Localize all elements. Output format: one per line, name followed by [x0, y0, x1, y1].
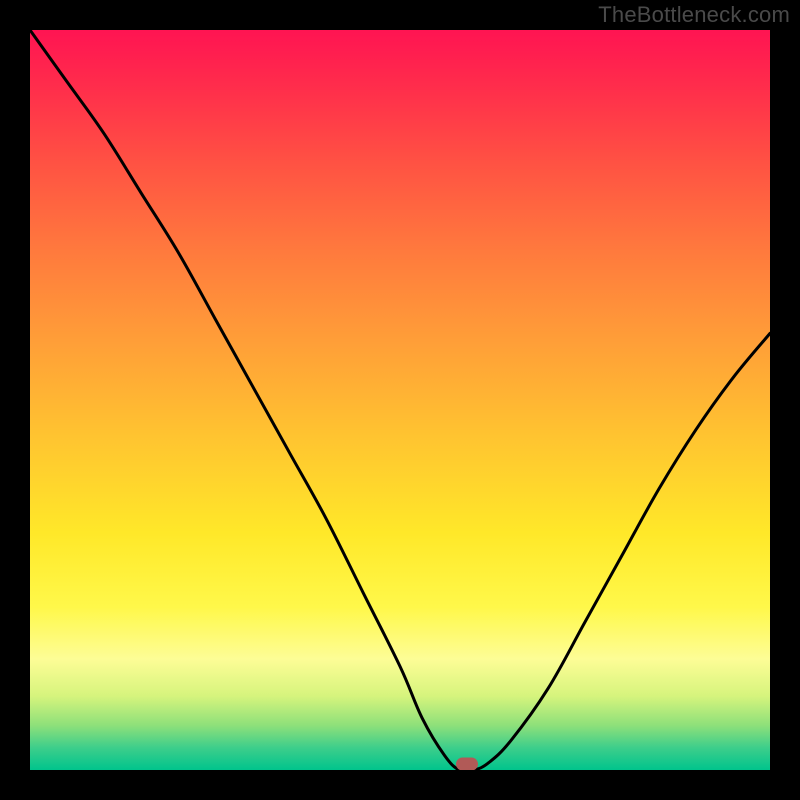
watermark-text: TheBottleneck.com — [598, 2, 790, 28]
optimum-marker — [456, 758, 478, 771]
bottleneck-curve — [30, 30, 770, 770]
plot-area — [30, 30, 770, 770]
curve-path — [30, 30, 770, 770]
chart-frame: TheBottleneck.com — [0, 0, 800, 800]
